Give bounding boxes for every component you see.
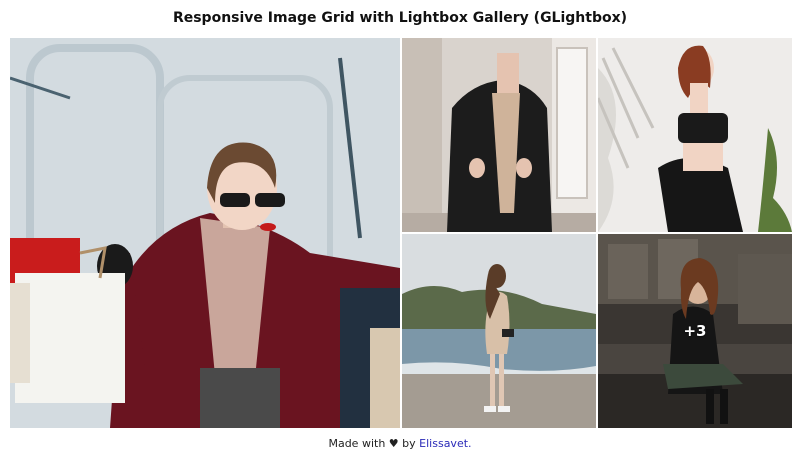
heart-icon: ♥ bbox=[388, 437, 399, 450]
page-title: Responsive Image Grid with Lightbox Gall… bbox=[172, 10, 628, 26]
footer-made-with: Made with bbox=[328, 437, 386, 450]
gallery-image-1[interactable] bbox=[10, 38, 400, 428]
image-grid: +3 bbox=[10, 38, 792, 428]
author-link[interactable]: Elissavet. bbox=[419, 437, 471, 450]
footer: Made with ♥ by Elissavet. bbox=[0, 437, 800, 450]
gallery-image-3[interactable] bbox=[598, 38, 792, 232]
more-images-count: +3 bbox=[683, 322, 707, 340]
gallery-image-2[interactable] bbox=[402, 38, 596, 232]
gallery-image-4[interactable] bbox=[402, 234, 596, 428]
woman-on-beach-image bbox=[402, 234, 596, 428]
gallery-image-5[interactable]: +3 bbox=[598, 234, 792, 428]
woman-in-black-crop-top-and-skirt-image bbox=[598, 38, 792, 232]
footer-by: by bbox=[402, 437, 416, 450]
woman-in-black-blazer-image bbox=[402, 38, 596, 232]
woman-with-shopping-bags-image bbox=[10, 38, 400, 428]
